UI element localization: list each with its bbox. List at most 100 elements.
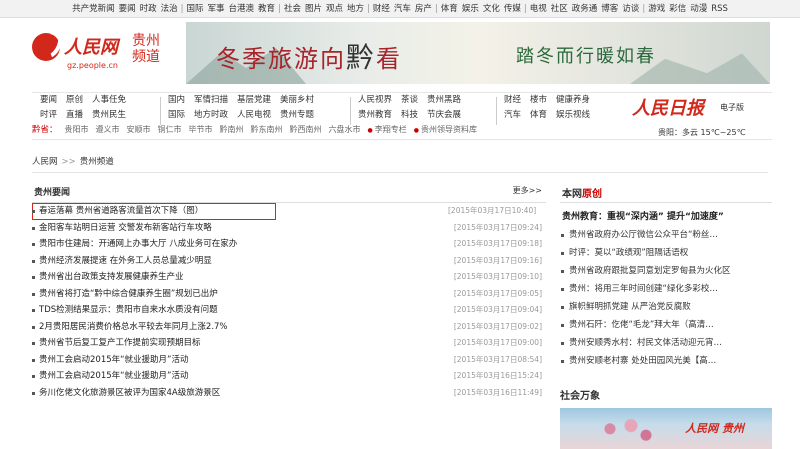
news-title[interactable]: 贵州工会启动2015年“就业援助月”活动 <box>39 352 188 369</box>
original-title[interactable]: 贵州省政府跟批复同意划定罗甸县为火化区 <box>569 262 731 280</box>
news-item[interactable]: 2月贵阳居民消费价格总水平较去年同月上涨2.7% [2015年03月17日09:0… <box>32 319 546 336</box>
topnav-link[interactable]: 汽车 <box>394 4 411 14</box>
topnav-link[interactable]: 体育 <box>441 4 458 14</box>
channel-link[interactable]: 人事任免 <box>92 95 126 105</box>
news-item[interactable]: 贵州省节后复工复产工作提前实现预期目标 [2015年03月17日09:00] <box>32 335 546 352</box>
news-item-highlighted[interactable]: 春运落幕 贵州省道路客流量首次下降（图） [2015年03月17日10:40] <box>32 203 536 220</box>
channel-link[interactable]: 国内 <box>168 95 185 105</box>
original-title[interactable]: 贵州省政府办公厅微信公众平台“粉丝… <box>569 226 718 244</box>
news-item[interactable]: 务川仡佬文化旅游景区被评为国家4A级旅游景区 [2015年03月16日11:49] <box>32 385 546 402</box>
channel-link[interactable]: 贵州民生 <box>92 110 126 120</box>
channel-link[interactable]: 直播 <box>66 110 83 120</box>
topnav-link[interactable]: 动漫 <box>690 4 707 14</box>
topnav-link[interactable]: 社区 <box>551 4 568 14</box>
original-list-item[interactable]: 贵州石阡：仡佬“毛龙”拜大年（高清… <box>560 316 772 334</box>
news-title[interactable]: 贵州省将打造“黔中综合健康养生圈”规划已出炉 <box>39 286 218 303</box>
channel-link[interactable]: 时评 <box>40 110 57 120</box>
topnav-link[interactable]: 游戏 <box>648 4 665 14</box>
city-link[interactable]: 黔东南州 <box>251 125 283 134</box>
social-photo[interactable]: 人民网 贵州 <box>560 408 772 449</box>
topnav-link[interactable]: 社会 <box>284 4 301 14</box>
channel-link[interactable]: 地方时政 <box>194 110 228 120</box>
city-link[interactable]: 遵义市 <box>96 125 120 134</box>
original-list-item[interactable]: 贵州：将用三年时间创建“绿化多彩校… <box>560 280 772 298</box>
original-list-item[interactable]: 贵州安顺老村寨 处处田园风光美【高… <box>560 352 772 370</box>
topnav-link[interactable]: 时政 <box>140 4 157 14</box>
topnav-link[interactable]: 电视 <box>530 4 547 14</box>
channel-link[interactable]: 贵州黑路 <box>427 95 461 105</box>
news-item[interactable]: 贵州工会启动2015年“就业援助月”活动 [2015年03月16日15:24] <box>32 368 546 385</box>
topnav-link[interactable]: 观点 <box>326 4 343 14</box>
city-link[interactable]: 铜仁市 <box>158 125 182 134</box>
channel-link[interactable]: 要闻 <box>40 95 57 105</box>
topnav-link[interactable]: 教育 <box>258 4 275 14</box>
news-item[interactable]: 金阳客车站明日运营 交警发布新客站行车攻略 [2015年03月17日09:24] <box>32 220 546 237</box>
extra-link[interactable]: 贵州领导资料库 <box>421 125 477 134</box>
topnav-link[interactable]: 政务通 <box>572 4 598 14</box>
channel-link[interactable]: 楼市 <box>530 95 547 105</box>
news-item[interactable]: 贵州省将打造“黔中综合健康养生圈”规划已出炉 [2015年03月17日09:05] <box>32 286 546 303</box>
news-title[interactable]: 贵州省节后复工复产工作提前实现预期目标 <box>39 335 201 352</box>
extra-link[interactable]: 李翔专栏 <box>375 125 407 134</box>
more-link[interactable]: 更多>> <box>513 185 542 196</box>
city-link[interactable]: 黔西南州 <box>290 125 322 134</box>
channel-link[interactable]: 人民视界 <box>358 95 392 105</box>
topnav-link[interactable]: 财经 <box>373 4 390 14</box>
news-title[interactable]: 贵州工会启动2015年“就业援助月”活动 <box>39 368 188 385</box>
channel-link[interactable]: 贵州教育 <box>358 110 392 120</box>
channel-link[interactable]: 美丽乡村 <box>280 95 314 105</box>
city-link[interactable]: 贵阳市 <box>65 125 89 134</box>
tourism-banner[interactable]: 冬季旅游向黔看 踏冬而行暖如春 <box>186 22 770 84</box>
original-list-item[interactable]: 时评：莫以“政绩观”阻隔话语权 <box>560 244 772 262</box>
topnav-link[interactable]: 地方 <box>347 4 364 14</box>
news-item[interactable]: 贵阳市住建局：开通网上办事大厅 八成业务可在家办 [2015年03月17日09:1… <box>32 236 546 253</box>
topnav-link[interactable]: 图片 <box>305 4 322 14</box>
peoples-daily-epaper[interactable]: 人民日报 电子版 贵阳：多云 15℃~25℃ <box>632 94 782 140</box>
channel-link[interactable]: 茶谈 <box>401 95 418 105</box>
original-title[interactable]: 贵州安顺老村寨 处处田园风光美【高… <box>569 352 716 370</box>
topnav-link[interactable]: 要闻 <box>119 4 136 14</box>
news-item[interactable]: 贵州省出台政策支持发展健康养生产业 [2015年03月17日09:10] <box>32 269 546 286</box>
channel-link[interactable]: 基层党建 <box>237 95 271 105</box>
topnav-link[interactable]: 台港澳 <box>229 4 255 14</box>
channel-link[interactable]: 贵州专题 <box>280 110 314 120</box>
topnav-link[interactable]: 法治 <box>161 4 178 14</box>
channel-link[interactable]: 健康养身 <box>556 95 590 105</box>
topnav-link[interactable]: 访谈 <box>622 4 639 14</box>
city-link[interactable]: 黔南州 <box>220 125 244 134</box>
original-title[interactable]: 贵州石阡：仡佬“毛龙”拜大年（高清… <box>569 316 714 334</box>
topnav-link[interactable]: 军事 <box>208 4 225 14</box>
channel-link[interactable]: 节庆会展 <box>427 110 461 120</box>
city-link[interactable]: 六盘水市 <box>329 125 361 134</box>
original-title[interactable]: 贵州：将用三年时间创建“绿化多彩校… <box>569 280 718 298</box>
topnav-link[interactable]: 传媒 <box>504 4 521 14</box>
news-title[interactable]: 春运落幕 贵州省道路客流量首次下降（图） <box>39 203 203 220</box>
news-title[interactable]: 贵州经济发展提速 在外务工人员总量减少明显 <box>39 253 212 270</box>
breadcrumb-home[interactable]: 人民网 <box>32 157 58 167</box>
news-title[interactable]: 2月贵阳居民消费价格总水平较去年同月上涨2.7% <box>39 319 228 336</box>
news-item[interactable]: 贵州工会启动2015年“就业援助月”活动 [2015年03月17日08:54] <box>32 352 546 369</box>
channel-link[interactable]: 汽车 <box>504 110 521 120</box>
topnav-link[interactable]: 娱乐 <box>462 4 479 14</box>
original-list-item[interactable]: 贵州省政府办公厅微信公众平台“粉丝… <box>560 226 772 244</box>
news-title[interactable]: 贵阳市住建局：开通网上办事大厅 八成业务可在家办 <box>39 236 237 253</box>
original-title[interactable]: 时评：莫以“政绩观”阻隔话语权 <box>569 244 688 262</box>
topnav-link[interactable]: 彩信 <box>669 4 686 14</box>
news-title[interactable]: 贵州省出台政策支持发展健康养生产业 <box>39 269 184 286</box>
people-logo[interactable]: 人民网 gz.people.cn 贵州 频道 <box>32 27 182 83</box>
news-title[interactable]: TDS检测结果显示：贵阳市自来水水质没有问题 <box>39 302 218 319</box>
news-item[interactable]: 贵州经济发展提速 在外务工人员总量减少明显 [2015年03月17日09:16] <box>32 253 546 270</box>
original-list-item[interactable]: 贵州省政府跟批复同意划定罗甸县为火化区 <box>560 262 772 280</box>
original-list-item[interactable]: 贵州安顺秀水村：村民文体活动迎元宵… <box>560 334 772 352</box>
channel-link[interactable]: 原创 <box>66 95 83 105</box>
original-list-item[interactable]: 旗帜鲜明抓党建 从严治党反腐败 <box>560 298 772 316</box>
news-item[interactable]: TDS检测结果显示：贵阳市自来水水质没有问题 [2015年03月17日09:04] <box>32 302 546 319</box>
news-title[interactable]: 务川仡佬文化旅游景区被评为国家4A级旅游景区 <box>39 385 220 402</box>
original-headline[interactable]: 贵州教育：重视“深内涵” 提升“加速度” <box>562 209 772 222</box>
channel-link[interactable]: 军情扫描 <box>194 95 228 105</box>
topnav-link[interactable]: 国际 <box>187 4 204 14</box>
topnav-link[interactable]: RSS <box>711 4 728 14</box>
channel-link[interactable]: 娱乐视线 <box>556 110 590 120</box>
city-link[interactable]: 毕节市 <box>189 125 213 134</box>
channel-link[interactable]: 财经 <box>504 95 521 105</box>
